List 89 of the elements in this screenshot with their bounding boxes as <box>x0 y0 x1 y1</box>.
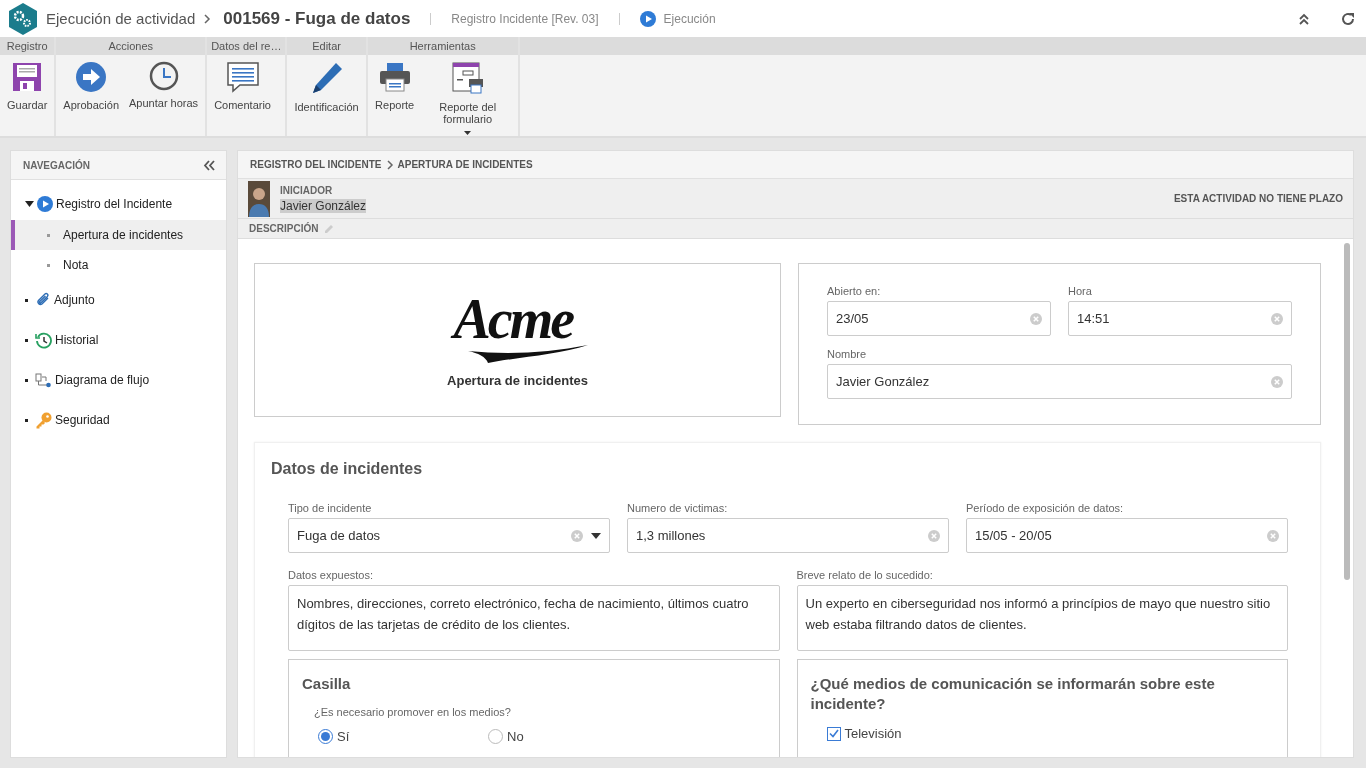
bullet-icon <box>25 418 28 422</box>
form-printer-icon <box>450 61 485 95</box>
input-field[interactable]: Javier González <box>827 364 1292 399</box>
collapse-left-icon[interactable] <box>203 159 216 171</box>
ribbon-group-label: Registro <box>0 37 55 55</box>
ribbon-button[interactable]: Reporte <box>369 59 420 137</box>
breadcrumb-link[interactable]: REGISTRO DEL INCIDENTE <box>250 159 382 170</box>
field-label: Numero de victimas: <box>627 502 729 514</box>
input-field[interactable]: 23/05 <box>827 301 1051 336</box>
clock-icon <box>148 61 179 91</box>
caret-icon[interactable] <box>25 201 34 207</box>
clear-icon[interactable] <box>571 529 583 542</box>
section-title: Datos de incidentes <box>271 460 424 478</box>
ribbon-button[interactable]: Identificación <box>289 59 364 115</box>
ribbon-button[interactable]: Reporte del formulario <box>419 59 516 137</box>
bullet-icon <box>25 378 28 382</box>
paperclip-icon <box>35 292 51 308</box>
box-title: ¿Qué medios de comunicación se informarán sobre este incidente? <box>810 674 1216 714</box>
nav-item[interactable]: Seguridad <box>11 400 226 440</box>
ribbon-group-label: Herramientas <box>367 37 518 55</box>
nav-item[interactable]: Adjunto <box>11 280 226 320</box>
radio-option[interactable]: Sí <box>318 729 488 744</box>
field-label: Período de exposición de datos: <box>966 502 1125 514</box>
text-area[interactable]: Un experto en ciberseguridad nos informó a princípios de mayo que nuestro sitio web estaba filtrando datos de clientes. <box>796 585 1288 651</box>
swoosh-icon <box>467 344 588 363</box>
field-label: Abierto en: <box>827 285 882 297</box>
play-icon <box>37 196 53 212</box>
panel-title: NAVEGACIÓN <box>23 159 91 171</box>
initiator-name: Javier González <box>280 198 367 213</box>
caret-icon[interactable] <box>591 532 601 539</box>
field-label: Nombre <box>827 348 868 360</box>
input-field[interactable]: 14:51 <box>1068 301 1292 336</box>
bullet-icon <box>47 233 50 237</box>
record-title: 001569 - Fuga de datos <box>223 8 411 29</box>
collapse-icon[interactable] <box>1298 11 1310 26</box>
chevron-right-icon <box>385 159 394 170</box>
page-title: Ejecución de actividad <box>46 10 196 27</box>
text-area[interactable]: Nombres, direcciones, correto electrónico, fecha de nacimiento, últimos cuatro dígitos de las tarjetas de crédito de los clientes. <box>288 585 780 651</box>
box-title: Casilla <box>302 674 352 694</box>
clear-icon[interactable] <box>1271 312 1283 325</box>
avatar-icon <box>248 180 270 217</box>
nav-subitem[interactable]: Nota <box>11 250 226 280</box>
speech-bubble-icon <box>225 61 260 93</box>
history-icon <box>35 331 52 349</box>
input-field[interactable]: 15/05 - 20/05 <box>966 518 1288 553</box>
flowchart-icon <box>35 372 52 388</box>
clear-icon[interactable] <box>1271 375 1283 388</box>
question-label: ¿Es necesario promover en los medios? <box>314 706 512 718</box>
pencil-icon[interactable] <box>324 223 335 234</box>
ribbon-group-label: Editar <box>287 37 366 55</box>
status-label: Ejecución <box>663 11 716 26</box>
field-label: Datos expuestos: <box>288 569 374 581</box>
scrollbar[interactable] <box>1344 243 1350 580</box>
checkbox[interactable] <box>826 726 841 741</box>
nav-item[interactable]: Historial <box>11 320 226 360</box>
clear-icon[interactable] <box>1267 529 1279 542</box>
bullet-icon <box>25 298 28 302</box>
breadcrumb-link[interactable]: APERTURA DE INCIDENTES <box>397 159 533 170</box>
bullet-icon <box>25 338 28 342</box>
printer-icon <box>377 61 412 93</box>
key-icon <box>35 411 52 429</box>
field-label: Tipo de incidente <box>288 502 373 514</box>
field-label: Hora <box>1068 285 1093 297</box>
bullet-icon <box>47 263 50 267</box>
ribbon-button[interactable]: Apuntar horas <box>124 59 204 113</box>
refresh-icon[interactable] <box>1340 10 1356 27</box>
nav-item[interactable]: Registro del Incidente <box>11 188 226 220</box>
deadline-note: ESTA ACTIVIDAD NO TIENE PLAZO <box>1173 193 1343 204</box>
chevron-right-icon <box>203 13 212 24</box>
logo-caption: Apertura de incidentes <box>447 372 588 388</box>
ribbon-button[interactable]: Aprobación <box>58 59 124 113</box>
clear-icon[interactable] <box>1030 312 1042 325</box>
clear-icon[interactable] <box>928 529 940 542</box>
ribbon-group-label: Acciones <box>56 37 206 55</box>
nav-subitem[interactable]: Apertura de incidentes <box>11 220 226 250</box>
description-label: DESCRIPCIÓN <box>249 223 319 234</box>
play-icon <box>639 10 656 27</box>
ribbon-button[interactable]: Comentario <box>209 59 276 113</box>
nav-item[interactable]: Diagrama de flujo <box>11 360 226 400</box>
initiator-label: INICIADOR <box>280 184 334 196</box>
select-field[interactable]: Fuga de datos <box>288 518 610 553</box>
ribbon-button[interactable]: Guardar <box>2 59 53 113</box>
ribbon-group-label: Datos del re… <box>207 37 286 55</box>
checkbox-option[interactable]: Televisión <box>826 726 997 741</box>
field-label: Breve relato de lo sucedido: <box>796 569 934 581</box>
process-name: Registro Incidente [Rev. 03] <box>451 11 599 26</box>
arrow-right-icon <box>75 61 108 93</box>
input-field[interactable]: 1,3 millones <box>627 518 949 553</box>
radio-option[interactable]: No <box>488 729 658 744</box>
